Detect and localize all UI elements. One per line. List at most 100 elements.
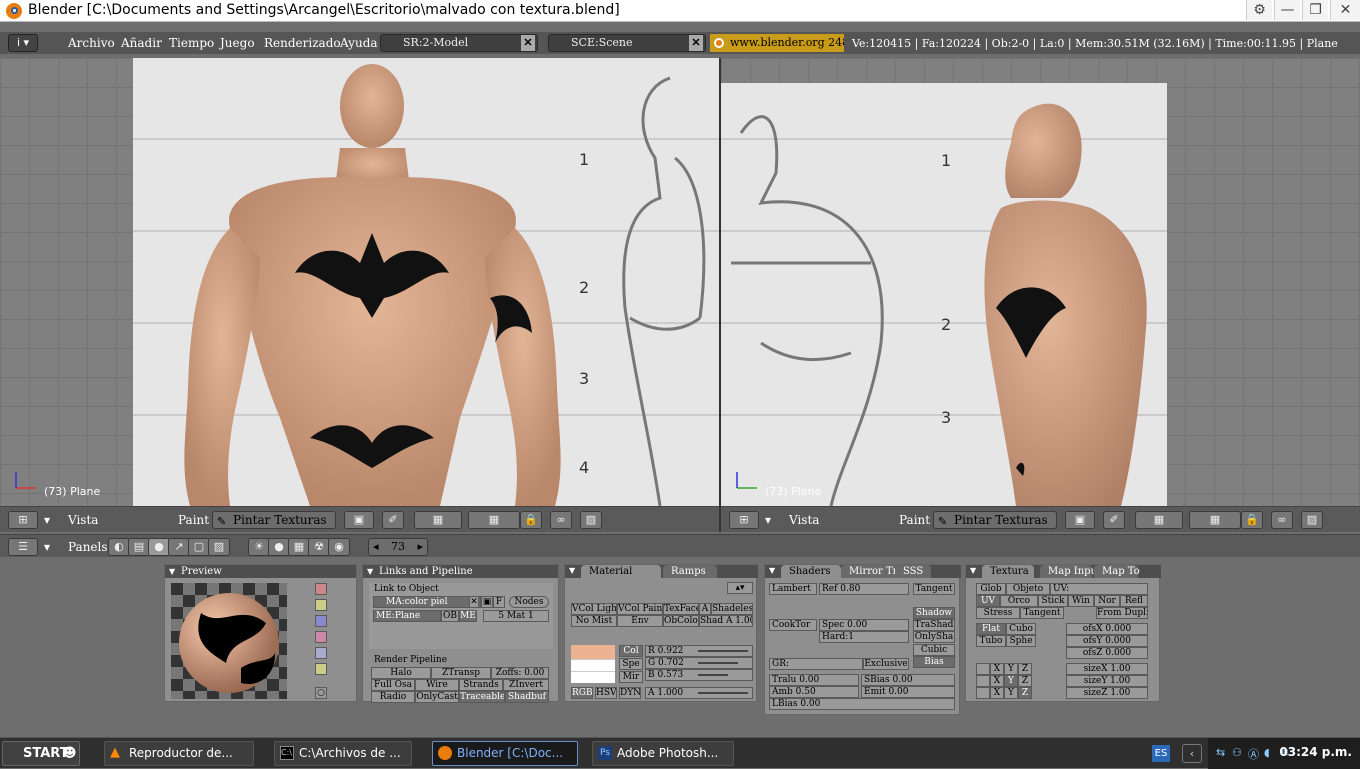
preview-cube-icon[interactable] [315, 615, 327, 627]
script-context-icon[interactable]: ▤ [128, 538, 150, 556]
maximize-button[interactable]: ❐ [1302, 0, 1328, 20]
ztransp-toggle[interactable]: ZTransp [431, 667, 491, 679]
color-swatch-diffuse[interactable] [571, 645, 615, 659]
diffuse-shader-select[interactable]: Lambert [769, 583, 817, 595]
blue-slider[interactable]: B 0.573 [645, 669, 753, 681]
exclusive-toggle[interactable]: Exclusive [863, 658, 909, 670]
mir-button[interactable]: Mir [619, 671, 643, 683]
links-panel-title[interactable]: Links and Pipeline [363, 565, 558, 578]
traceable-toggle[interactable]: Traceable [459, 691, 505, 703]
tab-mirror-transp[interactable]: Mirror Tran [841, 565, 910, 578]
preview-panel-title[interactable]: Preview [165, 565, 356, 578]
layers-b-icon[interactable]: ▦ [468, 511, 520, 529]
collapse-icon[interactable]: ▼ [970, 566, 976, 575]
red-slider[interactable]: R 0.922 [645, 645, 753, 657]
ob-link-button[interactable]: OB [441, 610, 459, 622]
editing-context-icon[interactable]: ▢ [188, 538, 210, 556]
object-context-icon[interactable]: ↗ [168, 538, 190, 556]
sphere-projection-button[interactable]: Sphe [1006, 635, 1036, 647]
spec-slider[interactable]: Spec 0.00 [819, 619, 909, 631]
network-icon[interactable]: ⇆ [1216, 746, 1225, 759]
screen-selector[interactable]: SR:2-Model ✕ [380, 34, 538, 52]
bias-toggle[interactable]: Bias [913, 656, 955, 668]
wire-toggle[interactable]: Wire [415, 679, 459, 691]
map-x-z[interactable]: Z [1018, 663, 1032, 675]
next-frame-icon[interactable]: ▸ [417, 539, 423, 555]
lamp-icon[interactable]: ☀ [248, 538, 270, 556]
from-dupli-toggle[interactable]: From Dupli [1096, 607, 1148, 619]
orco-toggle[interactable]: Orco [1000, 595, 1038, 607]
scene-delete-icon[interactable]: ✕ [689, 35, 703, 51]
layers-a-icon[interactable]: ▦ [414, 511, 462, 529]
lbias-slider[interactable]: LBias 0.00 [769, 698, 955, 710]
f-toggle[interactable]: F [493, 596, 505, 608]
objeto-toggle[interactable]: Objeto [1006, 583, 1050, 595]
task-cmd[interactable]: C:\ C:\Archivos de ... [274, 741, 412, 766]
tube-projection-button[interactable]: Tubo [976, 635, 1006, 647]
stick-toggle[interactable]: Stick [1038, 595, 1068, 607]
map-x-y[interactable]: Y [1004, 663, 1018, 675]
sizez-field[interactable]: sizeZ 1.00 [1066, 687, 1148, 699]
viewport-splitter[interactable] [719, 58, 721, 532]
menu-juego[interactable]: Juego [220, 36, 255, 50]
dyn-mode-button[interactable]: DYN [619, 687, 641, 699]
mesh-name-field[interactable]: ME:Plane [373, 610, 441, 622]
map-z-x[interactable]: X [990, 687, 1004, 699]
group-field[interactable]: GR: [769, 658, 863, 670]
render-view-icon[interactable]: ▨ [1301, 511, 1323, 529]
emit-slider[interactable]: Emit 0.00 [861, 686, 955, 698]
map-y-blank[interactable] [976, 675, 990, 687]
strands-toggle[interactable]: Strands [459, 679, 503, 691]
map-x-blank[interactable] [976, 663, 990, 675]
layers-b-icon[interactable]: ▦ [1189, 511, 1241, 529]
sizey-field[interactable]: sizeY 1.00 [1066, 675, 1148, 687]
menu-archivo[interactable]: Archivo [68, 36, 115, 50]
link-icon[interactable]: ∞ [550, 511, 572, 529]
scene-selector[interactable]: SCE:Scene ✕ [548, 34, 706, 52]
volume-icon[interactable]: ◖ [1264, 746, 1270, 759]
editor-type-icon[interactable]: ⊞ [729, 511, 759, 529]
menu-ayuda[interactable]: Ayuda [340, 36, 378, 50]
green-slider[interactable]: G 0.702 [645, 657, 753, 669]
preview-monkey-icon[interactable] [315, 631, 327, 643]
tangent-toggle[interactable]: Tangent [913, 583, 955, 595]
amb-slider[interactable]: Amb 0.50 [769, 686, 859, 698]
scene-context-icon[interactable]: ▨ [208, 538, 230, 556]
antivirus-icon[interactable]: Ⓐ [1248, 746, 1259, 762]
fullosa-toggle[interactable]: Full Osa [371, 679, 415, 691]
cube-projection-button[interactable]: Cubo [1006, 623, 1036, 635]
prev-frame-icon[interactable]: ◂ [373, 539, 379, 555]
radiosity-icon[interactable]: ☢ [308, 538, 330, 556]
map-z-z[interactable]: Z [1018, 687, 1032, 699]
hard-slider[interactable]: Hard:1 [819, 631, 909, 643]
refl-toggle[interactable]: Refl [1120, 595, 1148, 607]
collapse-icon[interactable]: ▼ [769, 566, 775, 575]
obcolor-toggle[interactable]: ObColor [663, 615, 699, 627]
pivot-icon[interactable]: ✐ [382, 511, 404, 529]
language-indicator[interactable]: ES [1152, 745, 1170, 762]
task-blender[interactable]: Blender [C:\Doc... [432, 741, 578, 766]
blender-url-link[interactable]: www.blender.org 248.1 [710, 34, 844, 52]
alpha-slider[interactable]: A 1.000 [645, 687, 753, 699]
tralu-slider[interactable]: Tralu 0.00 [769, 674, 859, 686]
halo-toggle[interactable]: Halo [371, 667, 431, 679]
trashad-toggle[interactable]: TraShad [913, 619, 955, 631]
shad-a-field[interactable]: Shad A 1.00 [699, 615, 753, 627]
mode-selector[interactable]: ✎ Pintar Texturas [933, 511, 1057, 529]
tab-ramps[interactable]: Ramps [663, 565, 717, 578]
color-swatch-specular[interactable] [571, 659, 615, 671]
menu-anadir[interactable]: Añadir [121, 36, 162, 50]
map-x-x[interactable]: X [990, 663, 1004, 675]
win-toggle[interactable]: Win [1068, 595, 1094, 607]
menu-vista[interactable]: Vista [68, 513, 98, 527]
users-icon[interactable]: ⚇ [1232, 746, 1242, 759]
map-z-blank[interactable] [976, 687, 990, 699]
preview-aa-icon[interactable]: ○ [315, 687, 327, 699]
collapse-icon[interactable]: ▼ [569, 566, 575, 575]
specular-shader-select[interactable]: CookTor [769, 619, 817, 631]
frame-number-field[interactable]: ◂ 73 ▸ [368, 538, 428, 556]
menu-renderizado[interactable]: Renderizado [264, 36, 341, 50]
flat-projection-button[interactable]: Flat [976, 623, 1006, 635]
hsv-mode-button[interactable]: HSV [595, 687, 617, 699]
rgb-mode-button[interactable]: RGB [571, 687, 593, 699]
